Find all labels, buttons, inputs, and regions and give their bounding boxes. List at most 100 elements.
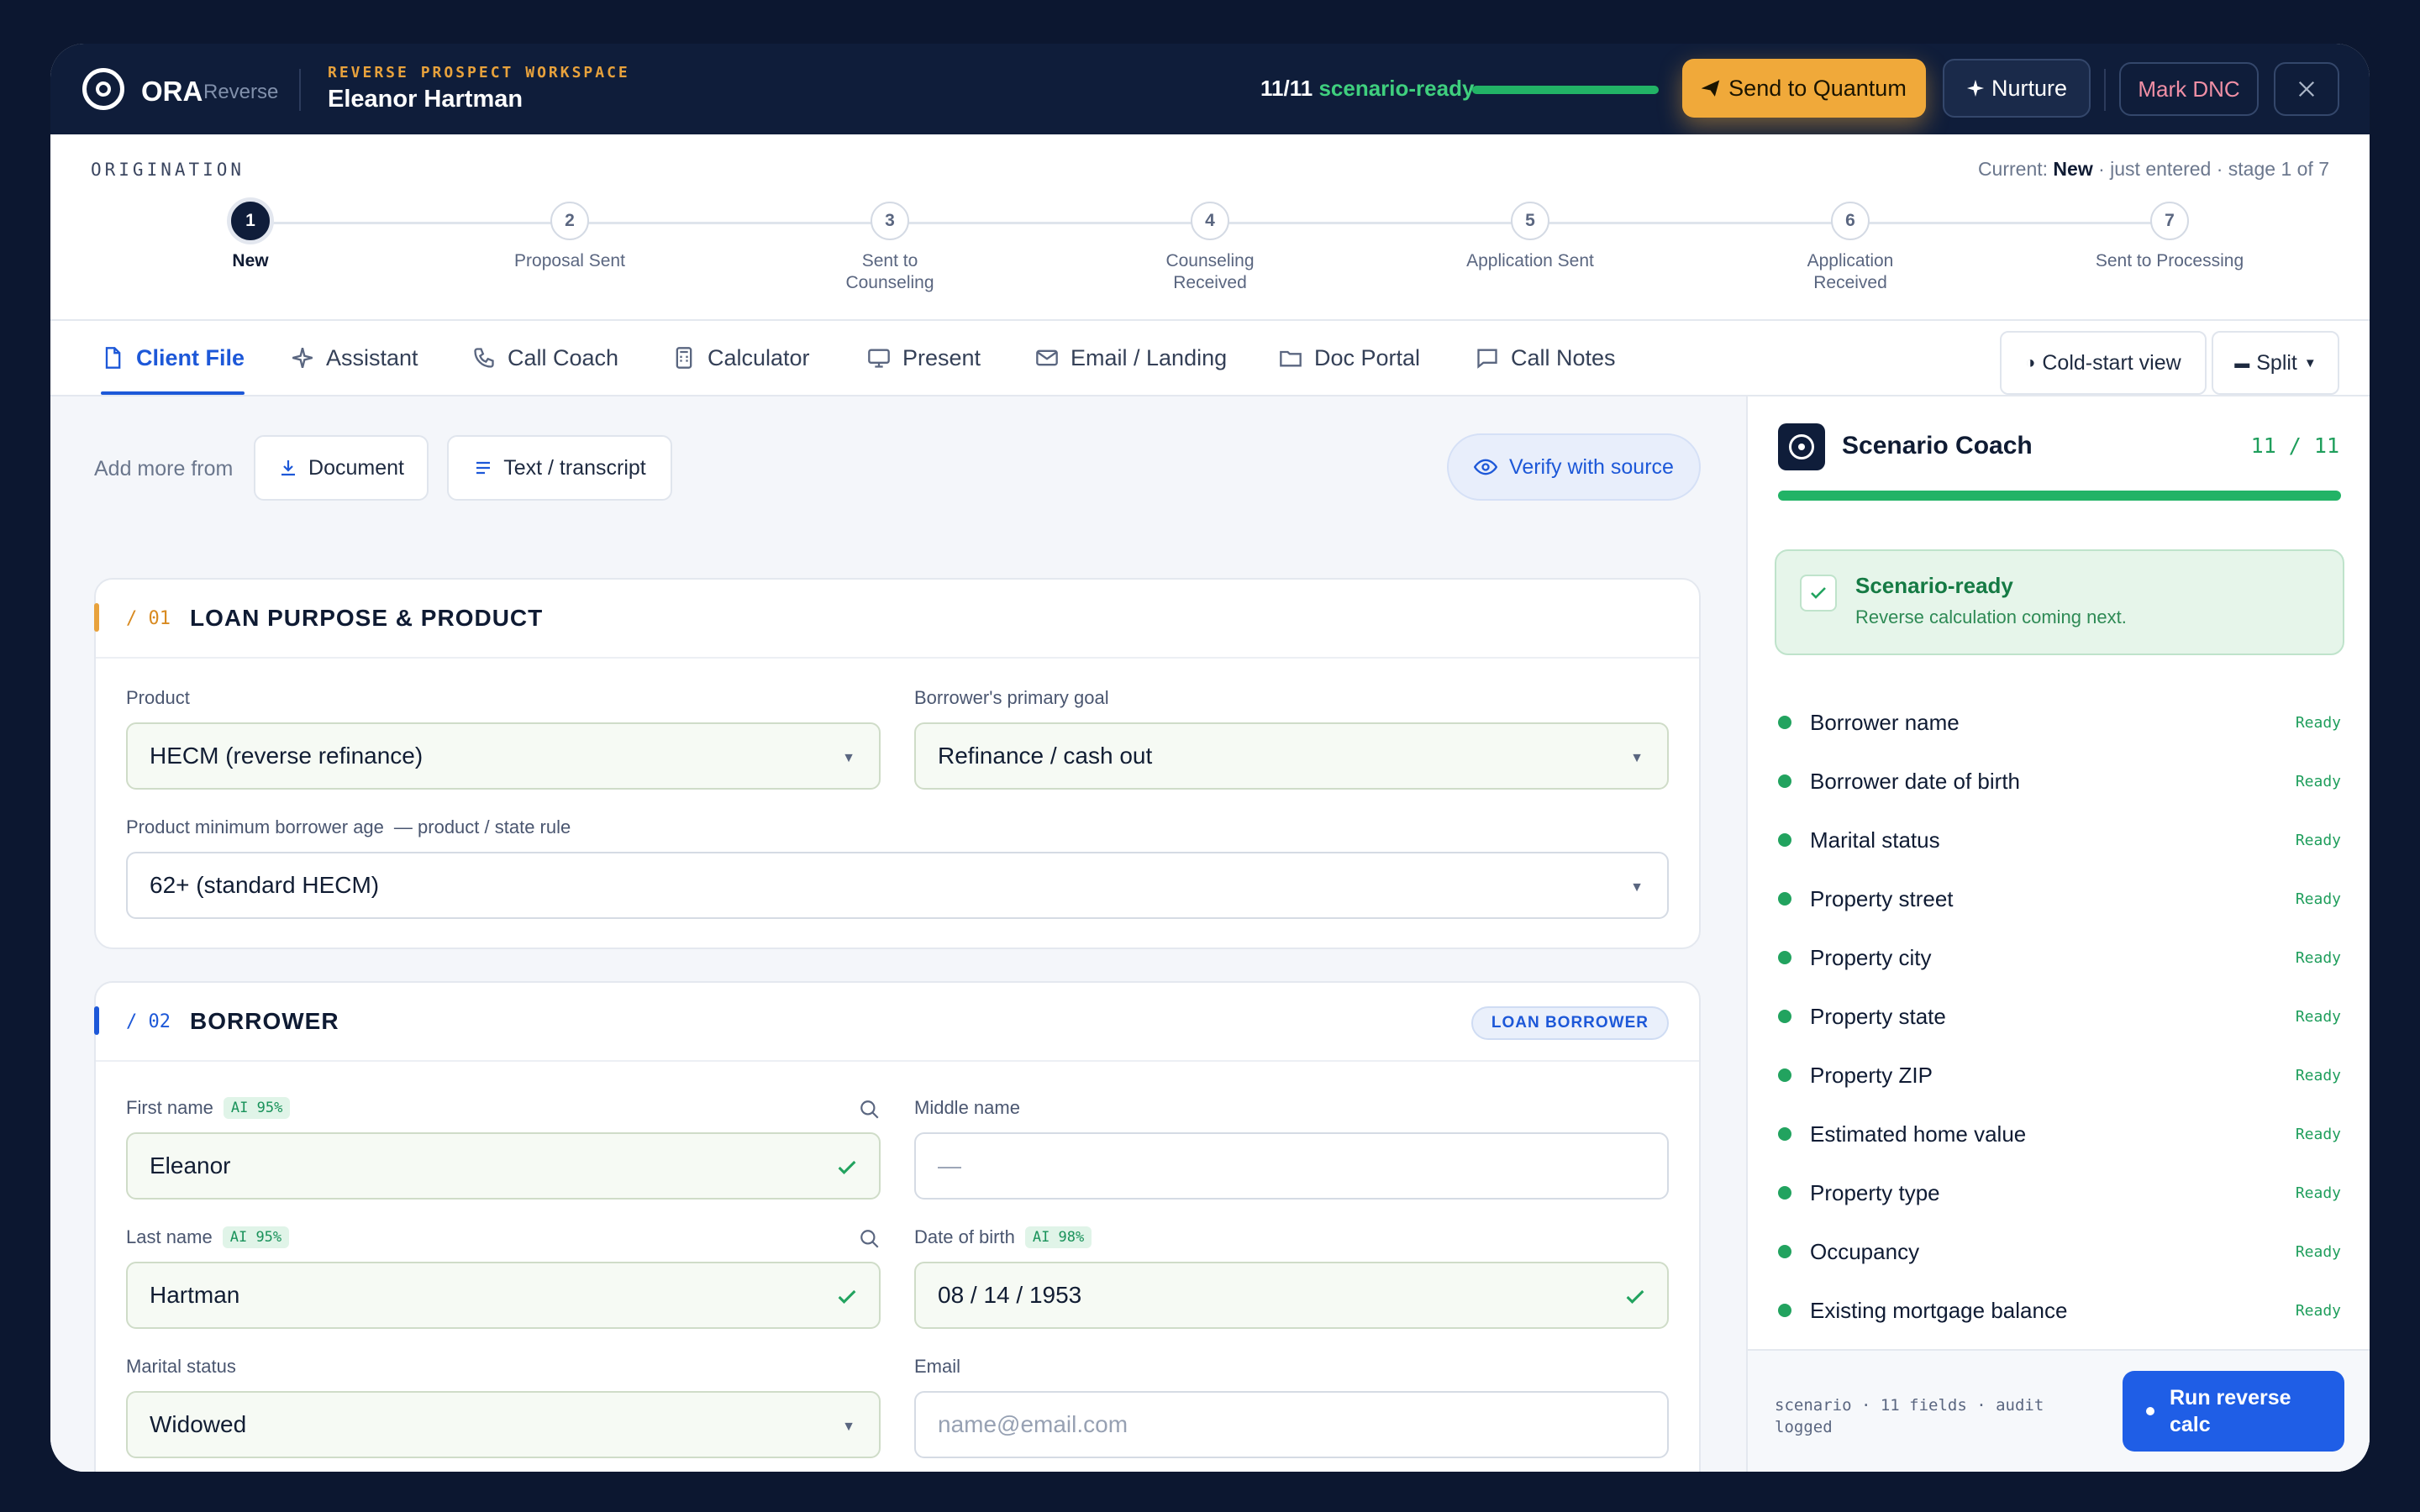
ready-subtitle: Reverse calculation coming next. (1855, 606, 2127, 627)
send-plane-icon (1702, 80, 1720, 97)
chevron-down-icon: ▼ (842, 751, 855, 765)
status-dot-icon (1778, 1127, 1791, 1141)
status-dot-icon (1778, 1068, 1791, 1082)
ready-progress-bar (1472, 86, 1659, 94)
top-header: ORA Reverse REVERSE PROSPECT WORKSPACE E… (50, 44, 2370, 134)
status-dot-icon (1778, 1010, 1791, 1023)
middle-name-field[interactable]: — (914, 1132, 1669, 1200)
step-label: Sent to Counseling (845, 251, 934, 292)
scenario-progress-bar (1778, 491, 2341, 501)
pipeline-step[interactable]: 7 Sent to Processing (2069, 202, 2270, 272)
tab-assistant[interactable]: Assistant (291, 321, 418, 395)
nurture-button[interactable]: Nurture (1943, 59, 2091, 118)
field-name: Property type (1810, 1179, 1940, 1205)
close-button[interactable] (2274, 62, 2339, 116)
ready-title: Scenario-ready (1855, 573, 2013, 598)
add-more-label: Add more from (94, 457, 234, 480)
step-label: Application Received (1807, 251, 1894, 292)
pipeline-step[interactable]: 1 New (150, 202, 351, 272)
audit-meta: scenario · 11 fields · audit logged (1775, 1396, 2044, 1436)
search-icon[interactable] (859, 1228, 881, 1250)
tab-present[interactable]: Present (867, 321, 981, 395)
dob-field[interactable]: 08 / 14 / 1953 (914, 1262, 1669, 1329)
brand-name: ORA (141, 76, 203, 107)
app-window: ORA Reverse REVERSE PROSPECT WORKSPACE E… (50, 44, 2370, 1472)
field-name: Occupancy (1810, 1238, 1920, 1264)
email-label: Email (914, 1356, 961, 1377)
verify-with-source-button[interactable]: Verify with source (1447, 433, 1701, 501)
scenario-coach-icon (1778, 423, 1825, 470)
chevron-down-icon: ▼ (2303, 355, 2317, 370)
field-name: Estimated home value (1810, 1121, 2027, 1147)
step-number: 4 (1191, 202, 1229, 240)
section-accent-bar (94, 603, 99, 632)
email-field[interactable]: name@email.com (914, 1391, 1669, 1458)
eye-icon (1474, 459, 1498, 475)
client-name: Eleanor Hartman (328, 86, 523, 113)
coach-checklist-item: Property type Ready (1778, 1176, 2341, 1210)
send-to-quantum-button[interactable]: Send to Quantum (1682, 59, 1926, 118)
chevron-down-icon: ▼ (842, 1420, 855, 1434)
tab-email-landing[interactable]: Email / Landing (1035, 321, 1227, 395)
first-name-label: First name AI 95% (126, 1097, 291, 1119)
status-dot-icon (1778, 951, 1791, 964)
text-lines-icon (476, 461, 491, 475)
chat-bubble-icon (1477, 349, 1497, 369)
pipeline-step[interactable]: 6 Application Received (1749, 202, 1951, 294)
run-reverse-calc-button[interactable]: Run reverse calc (2123, 1371, 2344, 1452)
split-view-dropdown[interactable]: ▬ Split ▼ (2212, 331, 2339, 395)
tab-call-notes[interactable]: Call Notes (1476, 321, 1616, 395)
origination-label: ORIGINATION (91, 160, 245, 180)
coach-checklist-item: Borrower date of birth Ready (1778, 764, 2341, 798)
last-name-field[interactable]: Hartman (126, 1262, 881, 1329)
phone-icon (474, 348, 494, 368)
min-age-select[interactable]: 62+ (standard HECM) ▼ (126, 852, 1669, 919)
product-select[interactable]: HECM (reverse refinance) ▼ (126, 722, 881, 790)
coach-checklist-item: Occupancy Ready (1778, 1235, 2341, 1268)
coach-checklist-item: Property state Ready (1778, 1000, 2341, 1033)
coach-checklist-item: Marital status Ready (1778, 823, 2341, 857)
step-number: 2 (550, 202, 589, 240)
step-label: New (232, 251, 269, 270)
add-text-transcript-button[interactable]: Text / transcript (447, 435, 672, 501)
pipeline-step[interactable]: 4 Counseling Received (1109, 202, 1311, 294)
tab-doc-portal[interactable]: Doc Portal (1279, 321, 1420, 395)
status-dot-icon (1778, 1186, 1791, 1200)
pipeline-step[interactable]: 2 Proposal Sent (469, 202, 671, 272)
section-accent-bar (94, 1006, 99, 1035)
scenario-coach-title: Scenario Coach (1842, 432, 2033, 459)
tab-calculator[interactable]: Calculator (672, 321, 810, 395)
pipeline-step[interactable]: 5 Application Sent (1429, 202, 1631, 272)
step-label: Proposal Sent (514, 251, 625, 270)
coach-checklist-item: Property city Ready (1778, 941, 2341, 974)
sparkle-icon (292, 348, 313, 368)
field-status: Ready (2295, 1125, 2341, 1143)
field-status: Ready (2295, 772, 2341, 790)
check-icon (1800, 575, 1837, 612)
coach-checklist-item: Property ZIP Ready (1778, 1058, 2341, 1092)
step-number: 7 (2150, 202, 2189, 240)
status-dot-icon (1778, 716, 1791, 729)
field-status: Ready (2295, 1007, 2341, 1026)
goal-select[interactable]: Refinance / cash out ▼ (914, 722, 1669, 790)
search-icon[interactable] (859, 1099, 881, 1121)
folder-icon (1280, 350, 1302, 367)
goal-label: Borrower's primary goal (914, 687, 1109, 708)
marital-status-select[interactable]: Widowed ▼ (126, 1391, 881, 1458)
tab-call-coach[interactable]: Call Coach (472, 321, 618, 395)
ora-logo-icon (82, 68, 124, 110)
field-status: Ready (2295, 1066, 2341, 1084)
ai-confidence-badge: AI 95% (222, 1226, 290, 1248)
field-name: Borrower name (1810, 709, 1960, 735)
dob-label: Date of birth AI 98% (914, 1226, 1092, 1248)
first-name-field[interactable]: Eleanor (126, 1132, 881, 1200)
coach-checklist-item: Borrower name Ready (1778, 706, 2341, 739)
step-number: 5 (1511, 202, 1549, 240)
status-dot-icon (1778, 774, 1791, 788)
add-document-button[interactable]: Document (254, 435, 429, 501)
tab-client-file[interactable]: Client File (101, 321, 245, 395)
pipeline-step[interactable]: 3 Sent to Counseling (789, 202, 991, 294)
mark-dnc-button[interactable]: Mark DNC (2119, 62, 2259, 116)
cold-start-view-button[interactable]: ◑ Cold-start view (2000, 331, 2207, 395)
step-label: Sent to Processing (2095, 251, 2244, 270)
